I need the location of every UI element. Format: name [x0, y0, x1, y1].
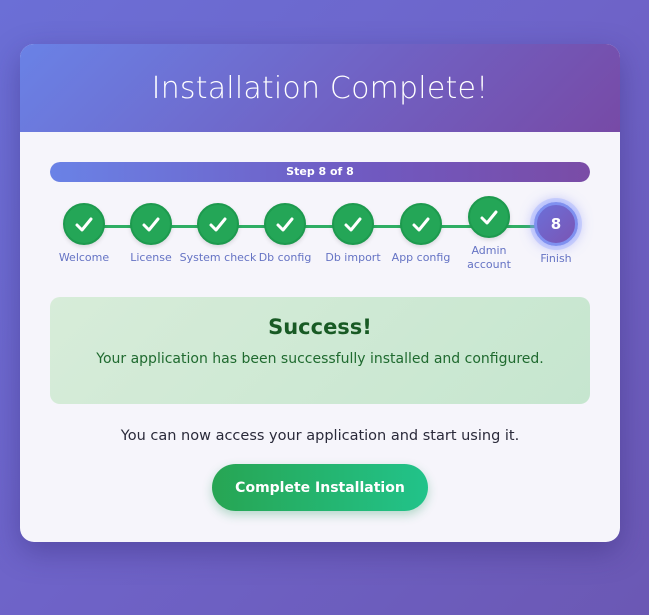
- step-circle: [130, 203, 172, 245]
- check-icon: [208, 215, 228, 233]
- check-icon: [479, 208, 499, 226]
- step-finish: 8 Finish: [516, 202, 596, 266]
- installer-card: Installation Complete! Step 8 of 8 Welco…: [20, 44, 620, 542]
- success-title: Success!: [268, 315, 372, 339]
- check-icon: [411, 215, 431, 233]
- step-number: 8: [550, 215, 562, 233]
- step-circle: [468, 196, 510, 238]
- step-label: Admin account: [467, 244, 511, 271]
- progress-label: Step 8 of 8: [286, 165, 354, 178]
- step-circle: [63, 203, 105, 245]
- step-circle-current: 8: [534, 202, 578, 246]
- step-circle: [332, 203, 374, 245]
- step-circle: [400, 203, 442, 245]
- page-title: Installation Complete!: [151, 70, 489, 106]
- step-circle: [264, 203, 306, 245]
- progress-bar: Step 8 of 8: [50, 162, 590, 182]
- success-alert: Success! Your application has been succe…: [50, 297, 590, 404]
- check-icon: [141, 215, 161, 233]
- step-indicator: Welcome License System check Db config D…: [20, 194, 620, 284]
- complete-installation-button[interactable]: Complete Installation: [212, 464, 428, 511]
- check-icon: [275, 215, 295, 233]
- step-label: Finish: [540, 252, 572, 265]
- step-circle: [197, 203, 239, 245]
- success-message: Your application has been successfully i…: [96, 351, 544, 367]
- check-icon: [343, 215, 363, 233]
- check-icon: [74, 215, 94, 233]
- access-text: You can now access your application and …: [120, 428, 520, 444]
- card-header: Installation Complete!: [20, 44, 620, 132]
